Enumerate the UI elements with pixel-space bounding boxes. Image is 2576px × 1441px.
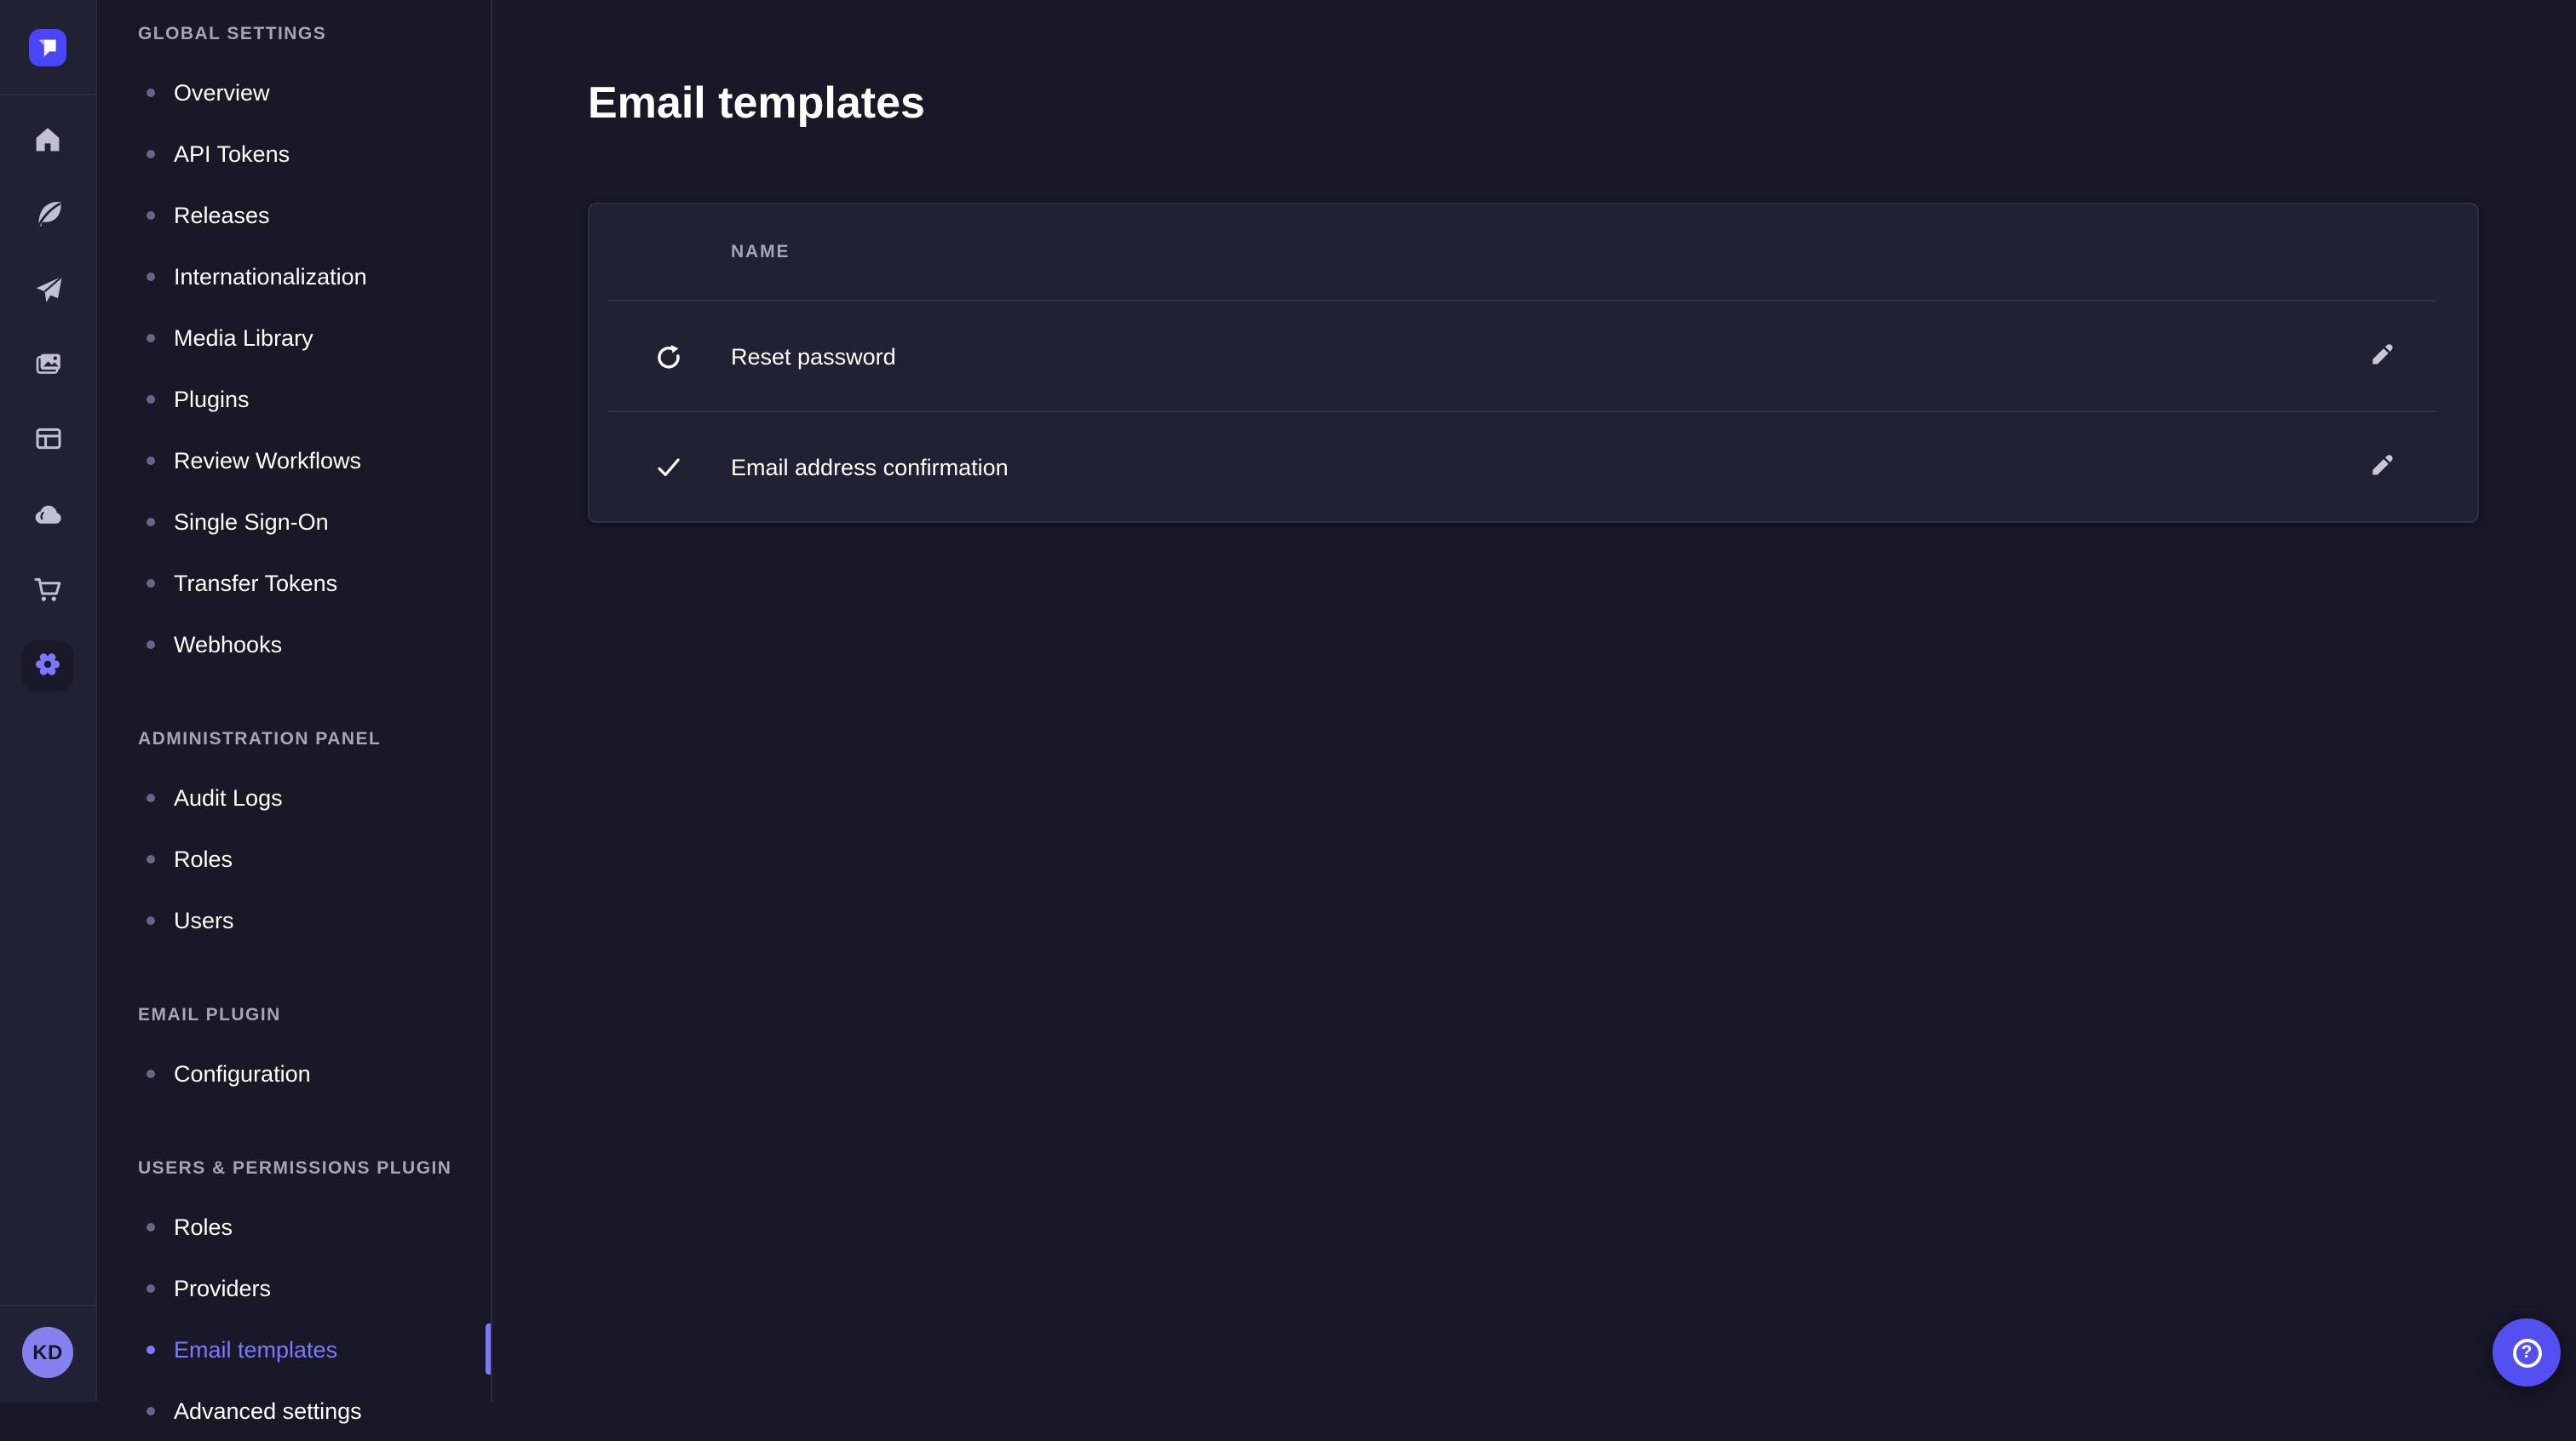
nav-item-review-workflows[interactable]: Review Workflows bbox=[97, 429, 491, 491]
sidebar-divider bbox=[0, 1305, 95, 1306]
template-name: Email address confirmation bbox=[731, 454, 1009, 479]
workspace-logo-button[interactable] bbox=[29, 28, 66, 66]
bullet-icon bbox=[147, 1345, 155, 1353]
sidebar-item-deploy[interactable] bbox=[10, 254, 85, 329]
nav-item-single-sign-on[interactable]: Single Sign-On bbox=[97, 491, 491, 552]
bullet-icon bbox=[147, 854, 155, 863]
nav-section-email-plugin: EMAIL PLUGIN bbox=[138, 1002, 491, 1029]
edit-button[interactable] bbox=[2355, 329, 2409, 383]
bullet-icon bbox=[147, 640, 155, 648]
nav-item-internationalization[interactable]: Internationalization bbox=[97, 245, 491, 307]
bullet-icon bbox=[147, 793, 155, 801]
bullet-icon bbox=[147, 578, 155, 587]
strapi-admin-app: KD GLOBAL SETTINGS Overview API Tokens R… bbox=[0, 0, 2576, 1402]
main-content: Email templates NAME Reset password bbox=[492, 0, 2576, 1402]
nav-item-email-templates[interactable]: Email templates bbox=[97, 1318, 491, 1380]
column-header-name: NAME bbox=[731, 242, 790, 262]
settings-nav: GLOBAL SETTINGS Overview API Tokens Rele… bbox=[97, 0, 492, 1402]
nav-item-advanced-settings[interactable]: Advanced settings bbox=[97, 1380, 491, 1441]
user-avatar[interactable]: KD bbox=[22, 1327, 73, 1378]
help-button[interactable]: ? bbox=[2493, 1318, 2561, 1386]
nav-item-admin-roles[interactable]: Roles bbox=[97, 828, 491, 889]
sidebar-item-cloud[interactable] bbox=[10, 479, 85, 554]
nav-item-plugins[interactable]: Plugins bbox=[97, 368, 491, 429]
feather-icon bbox=[32, 198, 64, 235]
template-name: Reset password bbox=[731, 343, 896, 369]
strapi-logo-icon bbox=[29, 45, 66, 71]
nav-item-overview[interactable]: Overview bbox=[97, 61, 491, 123]
bullet-icon bbox=[147, 1069, 155, 1077]
layout-icon bbox=[32, 422, 64, 460]
bullet-icon bbox=[147, 517, 155, 525]
table-row-email-confirmation[interactable]: Email address confirmation bbox=[589, 412, 2477, 521]
nav-section-global-settings: GLOBAL SETTINGS bbox=[138, 20, 491, 48]
nav-section-users-permissions-plugin: USERS & PERMISSIONS PLUGIN bbox=[138, 1155, 491, 1182]
sidebar-item-home[interactable] bbox=[10, 104, 85, 179]
bullet-icon bbox=[147, 210, 155, 219]
nav-item-admin-users[interactable]: Users bbox=[97, 889, 491, 950]
bullet-icon bbox=[147, 272, 155, 280]
nav-item-transfer-tokens[interactable]: Transfer Tokens bbox=[97, 552, 491, 613]
paper-plane-icon bbox=[32, 273, 64, 310]
bullet-icon bbox=[147, 1222, 155, 1231]
sidebar-item-content-type-builder[interactable] bbox=[10, 404, 85, 479]
bullet-icon bbox=[147, 394, 155, 403]
nav-item-up-providers[interactable]: Providers bbox=[97, 1257, 491, 1318]
nav-item-email-configuration[interactable]: Configuration bbox=[97, 1042, 491, 1104]
page-title: Email templates bbox=[588, 68, 2479, 136]
sidebar-item-marketplace[interactable] bbox=[10, 554, 85, 629]
pencil-icon bbox=[2368, 340, 2395, 372]
table-header: NAME bbox=[589, 204, 2477, 300]
logo-area bbox=[0, 0, 95, 95]
main-icon-sidebar: KD bbox=[0, 0, 97, 1402]
bullet-icon bbox=[147, 1283, 155, 1292]
nav-section-administration-panel: ADMINISTRATION PANEL bbox=[138, 726, 491, 753]
sidebar-item-media-library[interactable] bbox=[10, 329, 85, 404]
bullet-icon bbox=[147, 149, 155, 158]
refresh-icon bbox=[646, 342, 690, 370]
check-icon bbox=[646, 452, 690, 481]
bullet-icon bbox=[147, 1406, 155, 1415]
table-row-reset-password[interactable]: Reset password bbox=[589, 301, 2477, 410]
sidebar-bottom: KD bbox=[0, 1305, 95, 1402]
nav-item-up-roles[interactable]: Roles bbox=[97, 1196, 491, 1257]
cart-icon bbox=[31, 571, 65, 611]
edit-button[interactable] bbox=[2355, 439, 2409, 494]
sidebar-item-settings[interactable] bbox=[22, 640, 73, 692]
sidebar-icon-nav bbox=[10, 95, 85, 692]
bullet-icon bbox=[147, 333, 155, 342]
cloud-icon bbox=[31, 497, 65, 536]
email-templates-table: NAME Reset password bbox=[588, 203, 2479, 523]
active-indicator bbox=[486, 1323, 491, 1375]
nav-item-releases[interactable]: Releases bbox=[97, 184, 491, 245]
home-icon bbox=[31, 122, 65, 161]
nav-item-api-tokens[interactable]: API Tokens bbox=[97, 123, 491, 184]
bullet-icon bbox=[147, 88, 155, 96]
pencil-icon bbox=[2368, 451, 2395, 483]
bullet-icon bbox=[147, 456, 155, 464]
question-circle-icon: ? bbox=[2512, 1338, 2541, 1367]
nav-item-media-library[interactable]: Media Library bbox=[97, 307, 491, 368]
nav-item-audit-logs[interactable]: Audit Logs bbox=[97, 766, 491, 828]
bullet-icon bbox=[147, 916, 155, 924]
nav-item-webhooks[interactable]: Webhooks bbox=[97, 613, 491, 675]
media-library-icon bbox=[32, 347, 64, 385]
sidebar-item-content-manager[interactable] bbox=[10, 179, 85, 254]
gear-icon bbox=[32, 648, 63, 684]
